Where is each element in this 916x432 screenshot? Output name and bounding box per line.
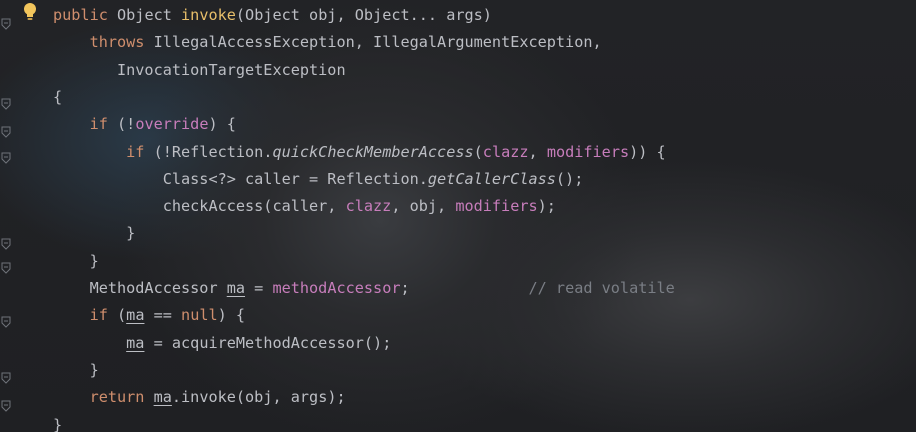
code-token: ma [153,388,172,407]
code-token: )) { [629,142,666,161]
fold-marker-icon[interactable] [1,238,11,250]
code-line[interactable]: { [53,84,62,111]
code-token: ( [473,142,483,161]
fold-marker-icon[interactable] [1,152,11,164]
code-token: ) { [208,115,236,134]
code-token: Class<?> caller = Reflection. [53,169,428,188]
code-token: ma [226,279,246,297]
code-token: if [53,115,118,134]
code-token: .invoke(obj, args); [171,388,346,407]
code-token: (Object obj, Object... args) [235,6,492,24]
code-token: ma [126,306,145,325]
code-token: } [53,360,99,379]
code-token: == [144,306,182,325]
code-token: Object [117,6,182,24]
code-line[interactable]: return ma.invoke(obj, args); [53,384,346,411]
code-token: clazz [345,197,392,216]
code-token: } [53,224,136,243]
fold-marker-icon[interactable] [1,98,11,110]
code-token: IllegalAccessException, IllegalArgumentE… [153,33,602,52]
code-token: ) { [217,306,246,325]
code-token: quickCheckMemberAccess [272,142,474,161]
fold-marker-icon[interactable] [1,18,11,30]
code-token: ); [537,197,556,216]
code-line[interactable]: ma = acquireMethodAccessor(); [53,330,391,357]
code-token: null [181,306,218,325]
code-line[interactable]: public Object invoke(Object obj, Object.… [53,2,492,29]
code-token: (); [555,169,584,188]
code-line[interactable]: } [53,357,99,384]
code-token: } [53,415,63,432]
code-token: return [53,388,154,407]
code-line[interactable]: } [53,248,99,275]
code-comment: // read volatile [528,279,675,297]
code-token: = acquireMethodAccessor(); [144,333,392,352]
code-token: modifiers [455,197,538,216]
code-line[interactable]: } [53,220,135,247]
code-token: = [245,279,273,297]
code-line[interactable]: checkAccess(caller, clazz, obj, modifier… [53,193,556,220]
code-editor[interactable]: public Object invoke(Object obj, Object.… [0,0,916,432]
fold-marker-icon[interactable] [1,316,11,328]
code-token: ; [400,279,529,297]
code-line[interactable]: InvocationTargetException [53,57,346,84]
code-token: checkAccess(caller, [53,197,346,216]
code-token: , obj, [391,197,456,216]
code-line[interactable]: if (!override) { [53,111,236,138]
code-token: clazz [482,142,529,161]
code-token: public [53,6,118,24]
fold-marker-icon[interactable] [1,262,11,274]
code-token: MethodAccessor [53,279,227,297]
code-token: throws [53,33,154,52]
code-line[interactable]: if (ma == null) { [53,302,246,329]
code-token: InvocationTargetException [53,60,346,79]
code-token: override [135,115,209,134]
code-line[interactable]: throws IllegalAccessException, IllegalAr… [53,29,602,56]
code-token: { [53,87,63,106]
code-token: (! [117,115,136,134]
editor-gutter[interactable] [0,0,14,432]
code-token: methodAccessor [272,279,401,297]
code-token: ( [117,306,127,325]
lightbulb-icon[interactable] [22,2,38,22]
code-line[interactable]: } [53,412,62,432]
code-line[interactable]: if (!Reflection.quickCheckMemberAccess(c… [53,139,666,166]
fold-marker-icon[interactable] [1,400,11,412]
code-token: getCallerClass [427,169,556,188]
code-token: (!Reflection. [153,142,273,161]
code-token: , [528,142,547,161]
fold-marker-icon[interactable] [1,126,11,138]
code-token: modifiers [546,142,630,161]
code-line[interactable]: Class<?> caller = Reflection.getCallerCl… [53,166,584,193]
code-token: invoke [181,6,236,24]
code-line[interactable]: MethodAccessor ma = methodAccessor; // r… [53,275,675,302]
code-token: } [53,251,99,270]
fold-marker-icon[interactable] [1,372,11,384]
code-token: ma [126,333,145,352]
code-token: if [53,306,118,325]
code-token: if [53,142,154,161]
